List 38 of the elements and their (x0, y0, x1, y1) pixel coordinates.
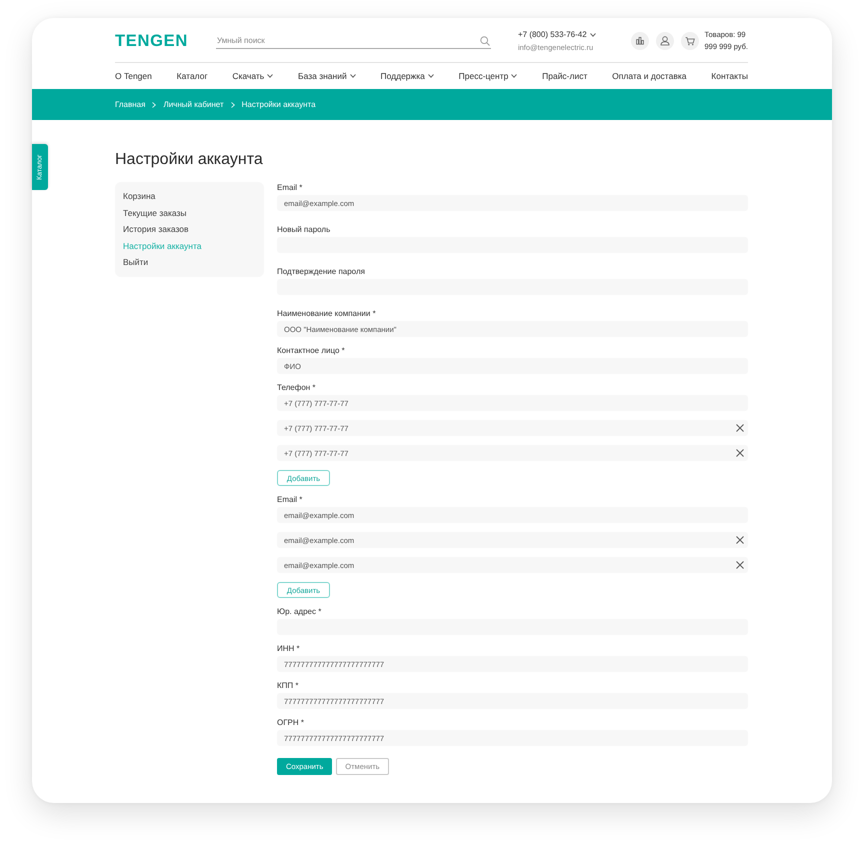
close-icon[interactable] (736, 449, 744, 457)
field-label: КПП * (277, 680, 298, 691)
page-title: Настройки аккаунта (115, 150, 263, 170)
menu-item[interactable]: История заказов (123, 221, 189, 238)
cart-icon[interactable] (680, 32, 698, 50)
menu-item[interactable]: Корзина (123, 188, 156, 204)
chevron-down-icon (590, 32, 596, 36)
user-icon[interactable] (656, 32, 674, 50)
chevron-right-icon (230, 102, 235, 108)
field-label: Новый пароль (277, 224, 330, 235)
nav-link[interactable]: База знаний (298, 70, 356, 82)
field-label: Юр. адрес * (277, 606, 322, 617)
field-label: Email * (277, 182, 302, 193)
bar-chart-icon[interactable] (630, 32, 648, 50)
field-label: ИНН * (277, 643, 300, 654)
close-icon[interactable] (736, 424, 744, 432)
close-icon[interactable] (736, 561, 744, 569)
nav-link[interactable]: Прайс-лист (542, 70, 588, 82)
search-field[interactable]: Умный поиск (216, 33, 491, 49)
field-label: Телефон * (277, 382, 316, 393)
nav-link[interactable]: Скачать (232, 70, 274, 82)
field-label: Email * (277, 494, 302, 505)
nav-link[interactable]: О Tengen (115, 70, 152, 82)
field-label: Контактное лицо * (277, 345, 345, 356)
nav-link[interactable]: Контакты (711, 70, 748, 82)
nav-link[interactable]: Поддержка (380, 70, 434, 82)
nav-link[interactable]: Пресс-центр (458, 70, 518, 82)
nav-link[interactable]: Каталог (176, 70, 208, 82)
close-icon[interactable] (736, 536, 744, 544)
search-icon[interactable] (480, 36, 490, 46)
chevron-right-icon (152, 102, 156, 108)
field-label: Наименование компании * (277, 308, 376, 319)
nav-link[interactable]: Оплата и доставка (612, 70, 686, 82)
field-label: ОГРН * (277, 717, 304, 728)
field-label: Подтверждение пароля (277, 266, 365, 277)
menu-item[interactable]: Текущие заказы (123, 204, 187, 221)
phone-link[interactable]: +7 (800) 533-76-42 (518, 30, 596, 40)
menu-item[interactable]: Выйти (123, 254, 148, 270)
